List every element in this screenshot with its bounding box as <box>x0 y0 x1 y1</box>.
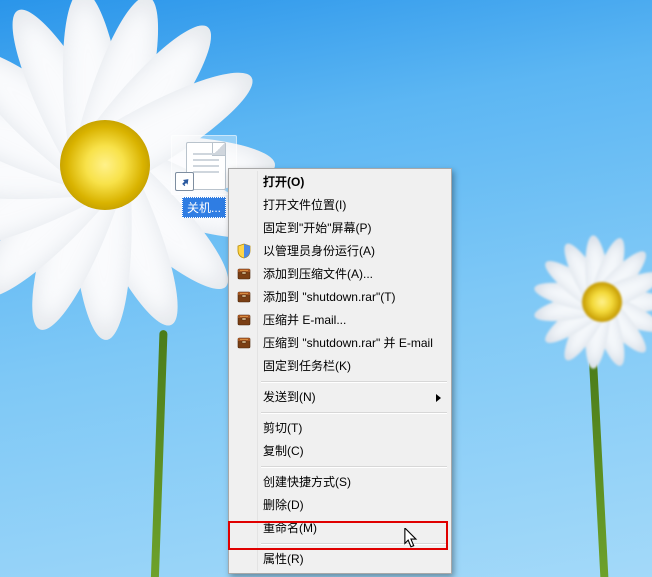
menu-separator <box>261 412 447 414</box>
menu-item[interactable]: 打开文件位置(I) <box>231 194 449 217</box>
menu-item-label: 添加到 "shutdown.rar"(T) <box>263 290 396 304</box>
menu-item-label: 删除(D) <box>263 498 304 512</box>
archive-icon <box>236 335 252 351</box>
menu-item-label: 固定到任务栏(K) <box>263 359 351 373</box>
menu-separator <box>261 543 447 545</box>
menu-item[interactable]: 重命名(M) <box>231 517 449 540</box>
shield-icon <box>236 243 252 259</box>
menu-item-label: 压缩并 E-mail... <box>263 313 346 327</box>
menu-item-label: 压缩到 "shutdown.rar" 并 E-mail <box>263 336 433 350</box>
menu-item[interactable]: 以管理员身份运行(A) <box>231 240 449 263</box>
menu-item[interactable]: 复制(C) <box>231 440 449 463</box>
menu-item[interactable]: 发送到(N) <box>231 386 449 409</box>
shortcut-arrow-icon <box>175 172 194 191</box>
context-menu: 打开(O) 打开文件位置(I) 固定到"开始"屏幕(P) 以管理员身份运行(A) 添加到… <box>228 168 452 574</box>
menu-item[interactable]: 打开(O) <box>231 171 449 194</box>
menu-item[interactable]: 属性(R) <box>231 548 449 571</box>
menu-separator <box>261 466 447 468</box>
archive-icon <box>236 289 252 305</box>
decor-flower-small <box>520 220 652 390</box>
menu-item[interactable]: 压缩并 E-mail... <box>231 309 449 332</box>
menu-item-label: 打开文件位置(I) <box>263 198 346 212</box>
menu-item[interactable]: 添加到 "shutdown.rar"(T) <box>231 286 449 309</box>
menu-item[interactable]: 添加到压缩文件(A)... <box>231 263 449 286</box>
menu-item-label: 剪切(T) <box>263 421 302 435</box>
desktop[interactable]: 关机... 打开(O) 打开文件位置(I) 固定到"开始"屏幕(P) 以管理员身份运行… <box>0 0 652 577</box>
menu-item[interactable]: 压缩到 "shutdown.rar" 并 E-mail <box>231 332 449 355</box>
menu-item-label: 打开(O) <box>263 175 304 189</box>
menu-item[interactable]: 创建快捷方式(S) <box>231 471 449 494</box>
menu-item[interactable]: 剪切(T) <box>231 417 449 440</box>
archive-icon <box>236 266 252 282</box>
submenu-arrow-icon <box>436 394 441 402</box>
menu-item[interactable]: 固定到任务栏(K) <box>231 355 449 378</box>
menu-item-label: 添加到压缩文件(A)... <box>263 267 373 281</box>
shortcut-label: 关机... <box>182 197 226 218</box>
menu-item[interactable]: 固定到"开始"屏幕(P) <box>231 217 449 240</box>
menu-item-label: 固定到"开始"屏幕(P) <box>263 221 372 235</box>
menu-item-label: 重命名(M) <box>263 521 317 535</box>
archive-icon <box>236 312 252 328</box>
menu-item-label: 以管理员身份运行(A) <box>263 244 375 258</box>
menu-separator <box>261 381 447 383</box>
menu-item-label: 复制(C) <box>263 444 304 458</box>
menu-item-label: 创建快捷方式(S) <box>263 475 351 489</box>
menu-item-label: 属性(R) <box>263 552 304 566</box>
decor-stem <box>589 360 609 577</box>
menu-item-label: 发送到(N) <box>263 390 316 404</box>
menu-item[interactable]: 删除(D) <box>231 494 449 517</box>
